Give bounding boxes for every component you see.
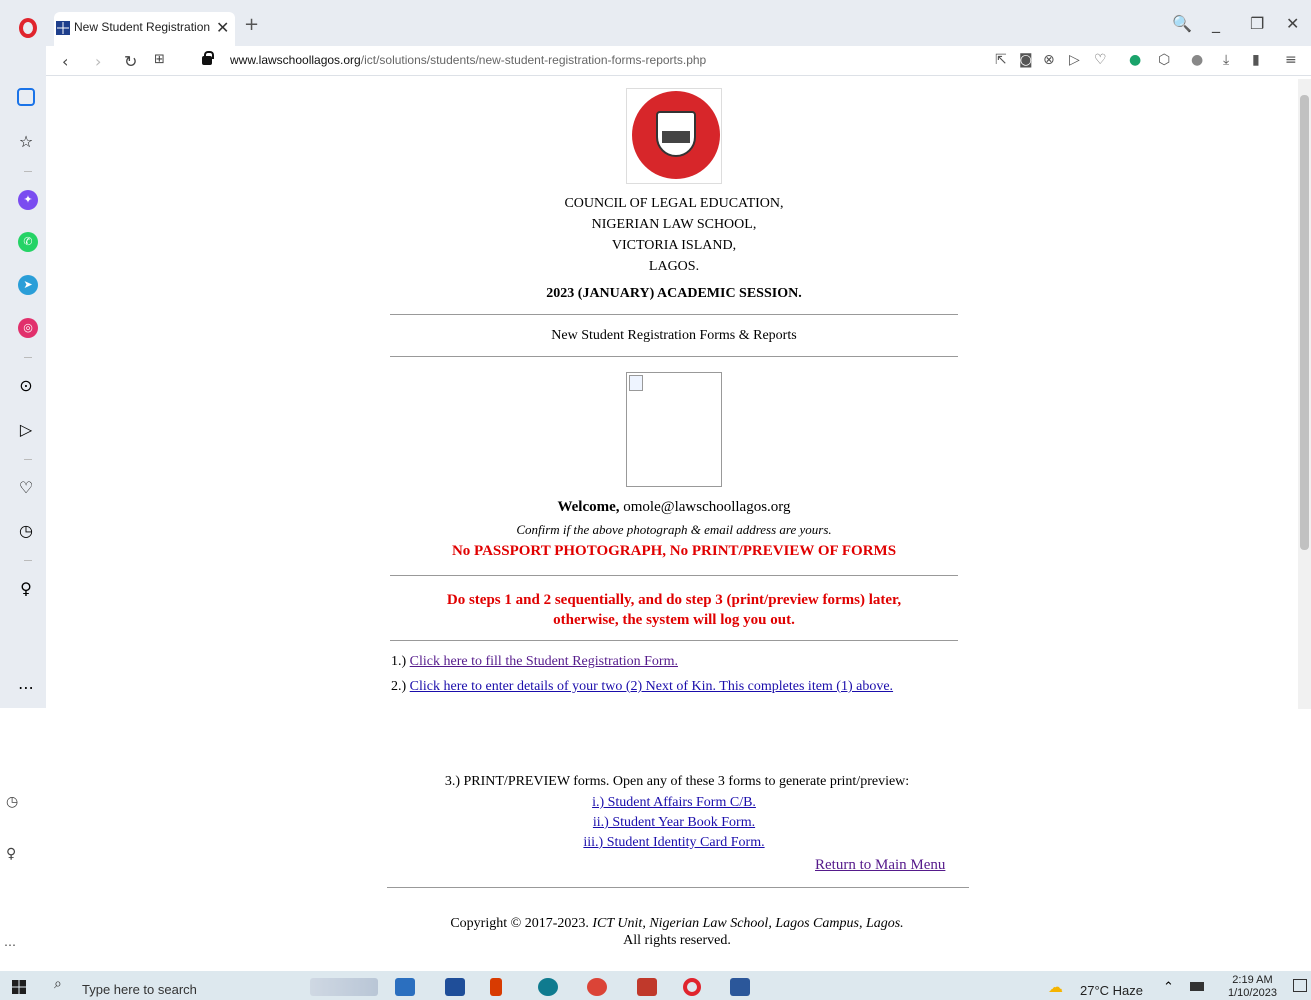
battery-icon[interactable]: ▮ xyxy=(1252,52,1260,68)
user-email: omole@lawschoollagos.org xyxy=(623,499,791,515)
student-registration-form-link[interactable]: Click here to fill the Student Registrat… xyxy=(410,654,678,669)
history-icon[interactable]: ◷ xyxy=(6,794,18,810)
minimize-button[interactable]: _ xyxy=(1212,14,1220,33)
more-icon[interactable]: ⋯ xyxy=(4,938,16,952)
steps-warning: Do steps 1 and 2 sequentially, and do st… xyxy=(446,592,902,628)
telegram-icon[interactable]: ➤ xyxy=(18,275,38,295)
more-icon[interactable]: ⋯ xyxy=(16,678,36,698)
taskbar-search-input[interactable]: Type here to search xyxy=(82,982,197,997)
lock-icon xyxy=(202,51,214,65)
opera-sidebar: ☆ ✦ ✆ ➤ ◎ ⊙ ▷ ♡ ◷ ♀ ⋯ xyxy=(0,46,46,708)
windows-start-icon[interactable] xyxy=(12,980,26,994)
tab-close-icon[interactable]: ✕ xyxy=(216,18,229,37)
step-2: 2.) Click here to enter details of your … xyxy=(391,679,894,694)
speed-dial-icon[interactable]: ⊞ xyxy=(154,52,165,67)
tips-icon[interactable]: ♀ xyxy=(6,846,16,862)
taskbar-clock[interactable]: 2:19 AM 1/10/2023 xyxy=(1228,974,1277,1000)
passport-warning: No PASSPORT PHOTOGRAPH, No PRINT/PREVIEW… xyxy=(451,543,897,559)
divider xyxy=(387,887,969,888)
weather-icon: ☁ xyxy=(1048,978,1063,996)
close-window-button[interactable]: ✕ xyxy=(1286,14,1299,33)
adblock-icon[interactable]: ⊗ xyxy=(1043,52,1055,68)
share-icon[interactable]: ⇱ xyxy=(995,52,1007,68)
divider xyxy=(390,575,958,576)
word-icon[interactable] xyxy=(730,978,750,996)
download-icon[interactable]: ⤓ xyxy=(1223,52,1229,68)
session-title: 2023 (JANUARY) ACADEMIC SESSION. xyxy=(546,286,802,301)
new-tab-button[interactable]: + xyxy=(244,14,259,35)
taskbar-search-icon[interactable]: ⌕ xyxy=(54,976,62,992)
heart-icon[interactable]: ♡ xyxy=(1094,52,1107,68)
tray-chevron-icon[interactable]: ⌃ xyxy=(1163,980,1174,995)
student-year-book-form-link[interactable]: ii.) Student Year Book Form. xyxy=(593,815,755,830)
flow-sidebar-icon[interactable]: ▷ xyxy=(16,420,36,440)
bookmarks-heart-icon[interactable]: ♡ xyxy=(16,478,36,498)
confirm-note: Confirm if the above photograph & email … xyxy=(516,522,832,537)
institution-address: COUNCIL OF LEGAL EDUCATION, NIGERIAN LAW… xyxy=(564,196,784,274)
forward-icon[interactable]: › xyxy=(95,52,101,71)
tab-bar: New Student Registration F ✕ + 🔍 _ ❐ ✕ xyxy=(0,0,1311,46)
office-icon[interactable] xyxy=(490,978,502,996)
student-identity-card-form-link[interactable]: iii.) Student Identity Card Form. xyxy=(583,835,764,850)
council-seal-logo xyxy=(626,88,722,184)
back-icon[interactable]: ‹ xyxy=(62,52,68,71)
edge-icon[interactable] xyxy=(538,978,558,996)
scrollbar-thumb[interactable] xyxy=(1300,95,1309,550)
flow-icon[interactable]: ▷ xyxy=(1069,52,1080,68)
forms-list: i.) Student Affairs Form C/B. ii.) Stude… xyxy=(390,793,958,853)
opera-taskbar-icon[interactable] xyxy=(683,978,701,996)
copyright: Copyright © 2017-2023. ICT Unit, Nigeria… xyxy=(450,916,904,948)
snapshot-icon[interactable]: ◙ xyxy=(1019,52,1033,68)
reload-icon[interactable]: ↻ xyxy=(124,52,137,71)
divider xyxy=(390,314,958,315)
next-of-kin-link[interactable]: Click here to enter details of your two … xyxy=(410,679,893,694)
chrome-icon[interactable] xyxy=(587,978,607,996)
easy-setup-icon[interactable]: ≡ xyxy=(1285,52,1297,68)
notifications-icon[interactable] xyxy=(1293,979,1307,992)
divider xyxy=(390,640,958,641)
taskbar-widget-icon[interactable] xyxy=(310,978,378,996)
mail-icon[interactable] xyxy=(445,978,465,996)
battery-tray-icon[interactable] xyxy=(1190,982,1204,991)
browser-tab[interactable]: New Student Registration F ✕ xyxy=(54,12,235,46)
weather-status[interactable]: 27°C Haze xyxy=(1080,983,1143,998)
section-title: New Student Registration Forms & Reports xyxy=(551,328,797,343)
step-1: 1.) Click here to fill the Student Regis… xyxy=(391,654,678,669)
passport-photo xyxy=(626,372,722,487)
tab-title: New Student Registration F xyxy=(74,20,210,34)
url-field[interactable]: www.lawschoollagos.org/ict/solutions/stu… xyxy=(230,53,706,67)
tab-favicon-icon xyxy=(56,21,70,35)
welcome-line: Welcome, omole@lawschoollagos.org xyxy=(557,499,791,515)
file-explorer-icon[interactable] xyxy=(395,978,415,996)
tab-search-icon[interactable]: 🔍 xyxy=(1172,14,1192,33)
messenger-icon[interactable]: ✦ xyxy=(18,190,38,210)
home-icon[interactable] xyxy=(17,88,35,106)
account-icon[interactable]: ● xyxy=(1129,52,1141,68)
star-icon[interactable]: ☆ xyxy=(16,132,36,152)
player-icon[interactable]: ⊙ xyxy=(16,376,36,396)
divider xyxy=(390,356,958,357)
broken-image-icon xyxy=(629,375,643,391)
step-3: 3.) PRINT/PREVIEW forms. Open any of the… xyxy=(444,774,910,789)
app-icon[interactable] xyxy=(637,978,657,996)
profile-icon[interactable]: ● xyxy=(1191,52,1203,68)
student-affairs-form-link[interactable]: i.) Student Affairs Form C/B. xyxy=(592,795,756,810)
history-icon[interactable]: ◷ xyxy=(16,521,36,541)
return-to-main-menu-link[interactable]: Return to Main Menu xyxy=(815,857,945,874)
restore-button[interactable]: ❐ xyxy=(1250,14,1264,33)
opera-menu-icon[interactable] xyxy=(19,18,37,38)
sidebar-fragment: ◷ ♀ ⋯ xyxy=(0,770,18,970)
instagram-icon[interactable]: ◎ xyxy=(18,318,38,338)
cube-icon[interactable]: ⬡ xyxy=(1158,52,1170,68)
tips-icon[interactable]: ♀ xyxy=(16,579,36,599)
scrollbar[interactable] xyxy=(1298,79,1311,709)
whatsapp-icon[interactable]: ✆ xyxy=(18,232,38,252)
